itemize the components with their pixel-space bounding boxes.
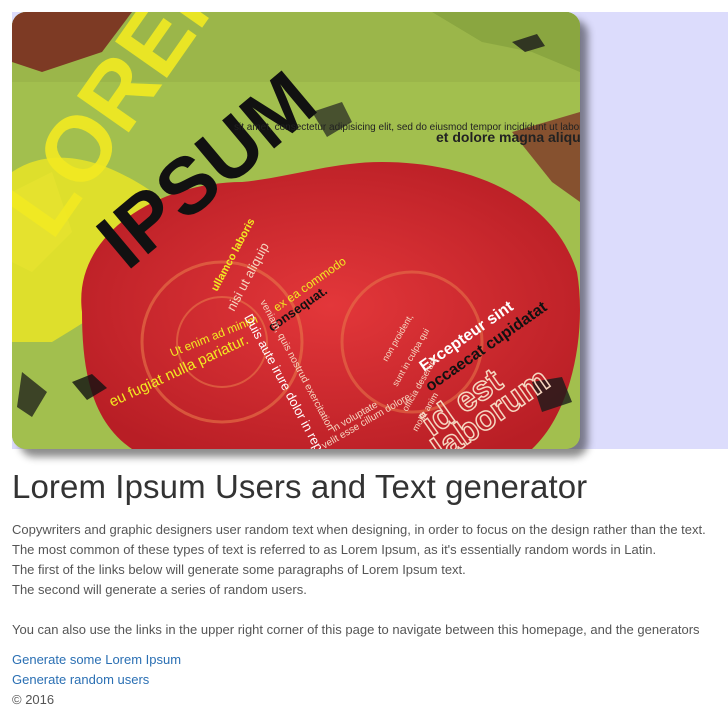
intro-paragraph-2: The most common of these types of text i… [12, 542, 657, 557]
intro-paragraph-4: The second will generate a series of ran… [12, 582, 307, 597]
footer-copyright: © 2016 [12, 692, 55, 707]
navigation-note: You can also use the links in the upper … [12, 622, 700, 637]
page-title: Lorem Ipsum Users and Text generator [12, 468, 588, 505]
hero-image: LOREM IPSUM sit amet, consectetur adipis… [12, 12, 580, 449]
hero-copy-line-2: et dolore magna aliqua [436, 129, 580, 145]
intro-paragraph-1: Copywriters and graphic designers user r… [12, 522, 706, 537]
hero-artwork: LOREM IPSUM sit amet, consectetur adipis… [12, 12, 580, 449]
intro-paragraph-3: The first of the links below will genera… [12, 562, 466, 577]
generate-random-users-link[interactable]: Generate random users [12, 670, 181, 690]
generate-lorem-ipsum-link[interactable]: Generate some Lorem Ipsum [12, 650, 181, 670]
generator-links: Generate some Lorem Ipsum Generate rando… [12, 650, 181, 690]
intro-text: Copywriters and graphic designers user r… [12, 520, 722, 640]
